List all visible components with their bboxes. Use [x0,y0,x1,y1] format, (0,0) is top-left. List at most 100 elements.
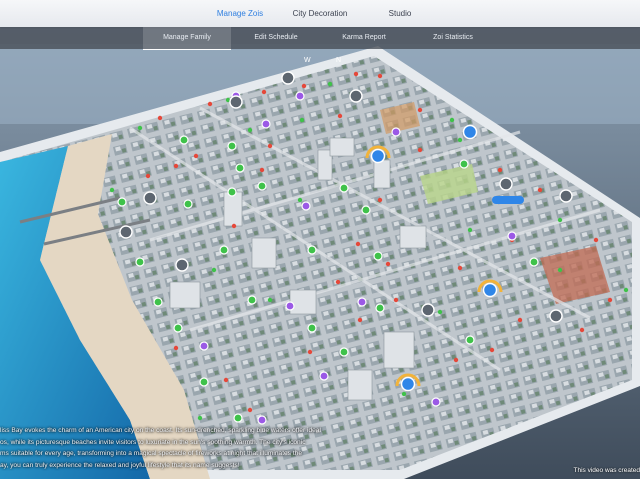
map-dot-marker [353,71,359,77]
map-dot-marker [207,101,213,107]
map-dot-marker [453,357,459,363]
star-icon[interactable] [179,135,189,145]
map-dot-marker [337,113,343,119]
heart-icon[interactable] [507,231,517,241]
heart-icon[interactable] [391,127,401,137]
star-icon[interactable] [339,347,349,357]
map-dot-marker [593,237,599,243]
sub-navigation: Manage Family Edit Schedule Karma Report… [0,27,640,50]
city-description: liss Bay evokes the charm of an American… [0,425,360,471]
star-icon[interactable] [233,413,243,423]
building [223,191,243,227]
map-dot-marker [197,415,203,421]
building [347,369,373,401]
map-dot-marker [173,345,179,351]
map-dot-marker [417,107,423,113]
map-dot-marker [437,309,443,315]
heart-icon[interactable] [357,297,367,307]
map-dot-marker [489,347,495,353]
star-icon[interactable] [173,323,183,333]
tab-studio[interactable]: Studio [370,0,430,27]
map-dot-marker [297,197,303,203]
heart-icon[interactable] [319,371,329,381]
heart-icon[interactable] [257,415,267,425]
clock-icon[interactable] [559,189,573,203]
building [251,237,277,269]
clock-icon[interactable] [175,258,189,272]
map-dot-marker [377,197,383,203]
map-dot-marker [267,143,273,149]
map-dot-marker [247,127,253,133]
compass-north-label: N [336,57,341,64]
house-icon[interactable] [370,148,386,164]
star-icon[interactable] [153,297,163,307]
tab-manage-zois[interactable]: Manage Zois [200,0,280,27]
star-icon[interactable] [247,295,257,305]
house-icon[interactable] [400,376,416,392]
map-dot-marker [223,377,229,383]
heart-icon[interactable] [301,201,311,211]
map-dot-marker [401,391,407,397]
map-dot-marker [211,267,217,273]
star-icon[interactable] [183,199,193,209]
clock-icon[interactable] [119,225,133,239]
subtab-karma-report[interactable]: Karma Report [326,27,402,49]
building [399,225,427,249]
map-dot-marker [261,89,267,95]
clock-icon[interactable] [349,89,363,103]
star-icon[interactable] [227,141,237,151]
map-dot-marker [579,327,585,333]
map-dot-marker [417,147,423,153]
clock-icon[interactable] [499,177,513,191]
heart-icon[interactable] [295,91,305,101]
map-dot-marker [623,287,629,293]
clock-icon[interactable] [143,191,157,205]
star-icon[interactable] [307,323,317,333]
city-map-scene[interactable]: W N [0,0,640,479]
star-icon[interactable] [117,197,127,207]
star-icon[interactable] [465,335,475,345]
heart-icon[interactable] [261,119,271,129]
star-icon[interactable] [373,251,383,261]
house-icon[interactable] [462,124,478,140]
map-dot-marker [267,297,273,303]
map-dot-marker [299,117,305,123]
clock-icon[interactable] [549,309,563,323]
map-dot-marker [231,223,237,229]
map-dot-marker [301,83,307,89]
star-icon[interactable] [361,205,371,215]
map-dot-marker [109,187,115,193]
star-icon[interactable] [235,163,245,173]
star-icon[interactable] [529,257,539,267]
location-tag [492,196,524,204]
star-icon[interactable] [257,181,267,191]
heart-icon[interactable] [431,397,441,407]
star-icon[interactable] [219,245,229,255]
map-dot-marker [377,73,383,79]
clock-icon[interactable] [421,303,435,317]
map-dot-marker [457,265,463,271]
star-icon[interactable] [135,257,145,267]
star-icon[interactable] [227,187,237,197]
video-notice: This video was created [573,467,640,474]
map-dot-marker [497,167,503,173]
subtab-zoi-statistics[interactable]: Zoi Statistics [413,27,493,49]
star-icon[interactable] [339,183,349,193]
subtab-edit-schedule[interactable]: Edit Schedule [238,27,314,49]
building [383,331,415,369]
star-icon[interactable] [307,245,317,255]
heart-icon[interactable] [199,341,209,351]
map-dot-marker [467,227,473,233]
map-dot-marker [327,81,333,87]
map-dot-marker [557,217,563,223]
heart-icon[interactable] [285,301,295,311]
star-icon[interactable] [459,159,469,169]
clock-icon[interactable] [281,71,295,85]
star-icon[interactable] [199,377,209,387]
clock-icon[interactable] [229,95,243,109]
tab-city-decoration[interactable]: City Decoration [280,0,360,27]
subtab-manage-family[interactable]: Manage Family [143,27,231,50]
star-icon[interactable] [375,303,385,313]
house-icon[interactable] [482,282,498,298]
description-line: ay, you can truly experience the relaxed… [0,461,240,469]
